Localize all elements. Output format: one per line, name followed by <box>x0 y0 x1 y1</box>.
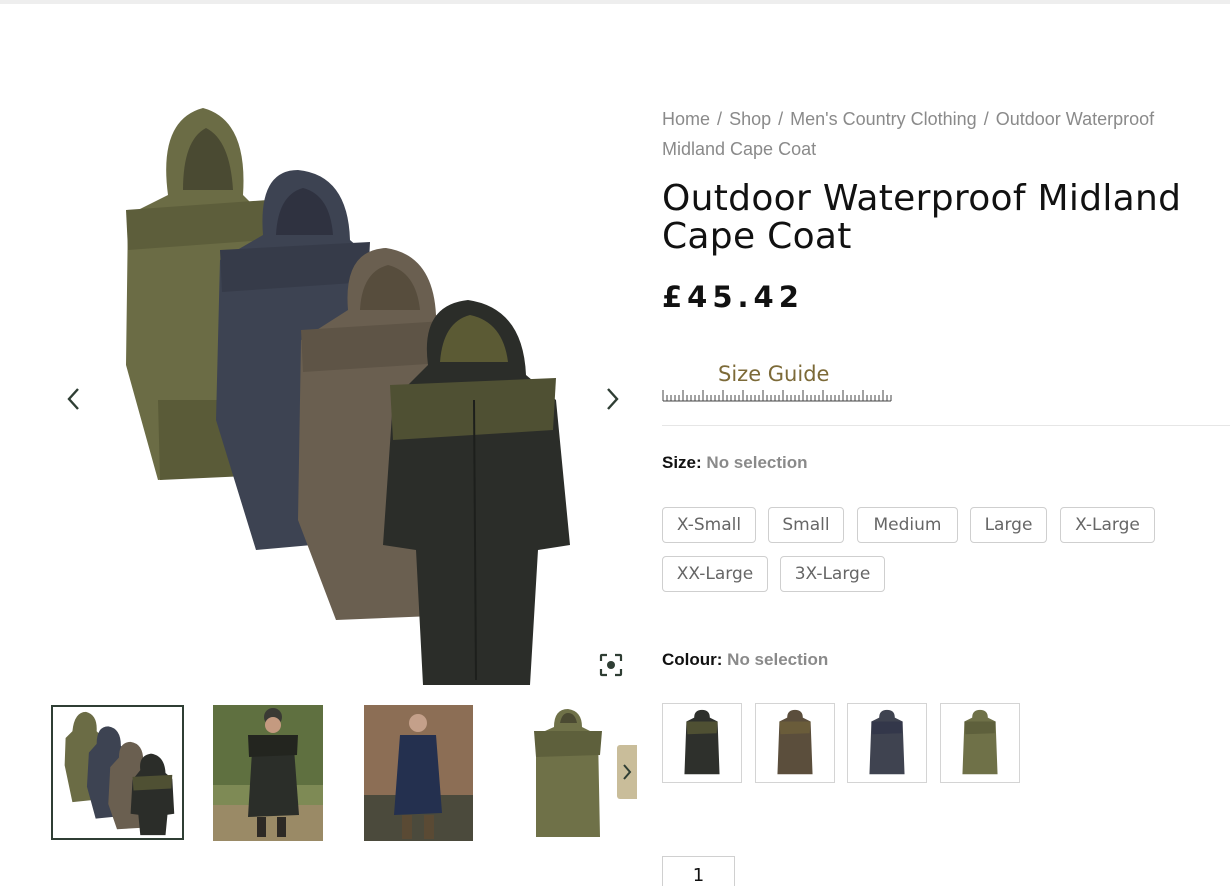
size-option-x-large[interactable]: X-Large <box>1060 507 1155 543</box>
breadcrumb: Home / Shop / Men's Country Clothing / O… <box>662 104 1218 164</box>
quantity-input[interactable]: 1 <box>662 856 735 886</box>
product-title: Outdoor Waterproof Midland Cape Coat <box>662 178 1182 257</box>
gallery-next-arrow[interactable] <box>601 384 625 414</box>
size-option-x-small[interactable]: X-Small <box>662 507 756 543</box>
divider <box>662 425 1230 426</box>
size-option-large[interactable]: Large <box>970 507 1047 543</box>
main-product-image[interactable] <box>98 100 588 692</box>
breadcrumb-separator: / <box>717 109 723 129</box>
thumbnail-3[interactable] <box>364 705 473 841</box>
size-guide-label: Size Guide <box>718 362 830 386</box>
colour-swatch-brown[interactable] <box>755 703 835 783</box>
thumbnail-4[interactable] <box>520 705 616 841</box>
breadcrumb-home[interactable]: Home <box>662 109 710 129</box>
chevron-right-icon <box>607 388 619 410</box>
thumbnail-2[interactable] <box>213 705 323 841</box>
thumbnail-1[interactable] <box>51 705 184 840</box>
zoom-focus-icon <box>599 653 623 677</box>
colour-label: Colour: <box>662 650 723 669</box>
size-guide-link[interactable]: Size Guide <box>662 362 892 404</box>
breadcrumb-shop[interactable]: Shop <box>729 109 771 129</box>
size-option-medium[interactable]: Medium <box>857 507 958 543</box>
ruler-icon <box>662 390 892 402</box>
breadcrumb-separator: / <box>983 109 989 129</box>
size-attribute-label: Size: No selection <box>662 453 808 473</box>
chevron-right-icon <box>623 764 632 780</box>
chevron-left-icon <box>67 388 79 410</box>
colour-swatch-navy[interactable] <box>847 703 927 783</box>
colour-swatch-olive[interactable] <box>940 703 1020 783</box>
thumbnails-next-button[interactable] <box>617 745 637 799</box>
size-option-3x-large[interactable]: 3X-Large <box>780 556 885 592</box>
top-border <box>0 0 1230 4</box>
colour-swatch-black[interactable] <box>662 703 742 783</box>
size-label: Size: <box>662 453 702 472</box>
size-selection: No selection <box>706 453 808 472</box>
gallery-prev-arrow[interactable] <box>61 384 85 414</box>
product-price: £45.42 <box>662 280 804 314</box>
breadcrumb-category[interactable]: Men's Country Clothing <box>790 109 977 129</box>
size-option-small[interactable]: Small <box>768 507 844 543</box>
zoom-button[interactable] <box>598 652 624 678</box>
colour-selection: No selection <box>727 650 829 669</box>
size-option-xx-large[interactable]: XX-Large <box>662 556 768 592</box>
breadcrumb-separator: / <box>778 109 784 129</box>
colour-attribute-label: Colour: No selection <box>662 650 828 670</box>
